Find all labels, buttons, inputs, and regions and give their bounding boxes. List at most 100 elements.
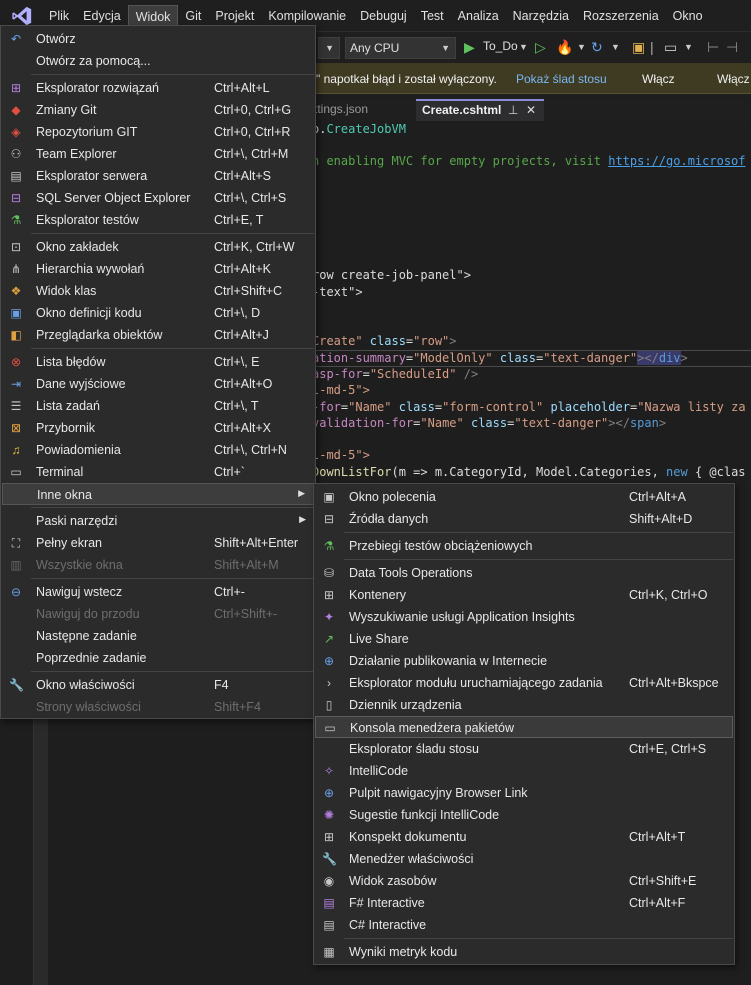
menu-item-solution-explorer[interactable]: ⊞ Eksplorator rozwiązań Ctrl+Alt+L: [2, 77, 314, 99]
menu-item-load-test-runs[interactable]: ⚗ Przebiegi testów obciążeniowych: [315, 535, 733, 557]
menu-item-task-list[interactable]: ☰ Lista zadań Ctrl+\, T: [2, 395, 314, 417]
menu-item-sql-server-object-explorer[interactable]: ⊟ SQL Server Object Explorer Ctrl+\, Ctrl+…: [2, 187, 314, 209]
platform-dropdown[interactable]: Any CPU ▼: [345, 37, 456, 59]
menu-separator: [344, 559, 733, 560]
menu-item-class-view[interactable]: ❖ Widok klas Ctrl+Shift+C: [2, 280, 314, 302]
menu-separator: [31, 671, 314, 672]
start-without-debugging-icon[interactable]: ▷: [535, 38, 546, 56]
layout-dropdown-icon[interactable]: ▼: [684, 38, 693, 56]
refresh-icon[interactable]: ↻: [591, 38, 603, 56]
menu-view[interactable]: Widok: [127, 4, 179, 27]
menu-item-toolbars[interactable]: Paski narzędzi ▶: [2, 510, 314, 532]
menu-item-terminal[interactable]: ▭ Terminal Ctrl+`: [2, 461, 314, 483]
menu-item-browser-link-dashboard[interactable]: ⊕ Pulpit nawigacyjny Browser Link: [315, 782, 733, 804]
menu-extensions[interactable]: Rozszerzenia: [576, 5, 666, 27]
menu-item-data-tools-operations[interactable]: ⛁ Data Tools Operations: [315, 562, 733, 584]
run-target-label[interactable]: To_Do: [483, 39, 518, 53]
menu-item-full-screen[interactable]: ⛶ Pełny ekran Shift+Alt+Enter: [2, 532, 314, 554]
undo-arrow-icon: ↶: [10, 32, 22, 46]
menu-item-git-changes[interactable]: ◆ Zmiany Git Ctrl+0, Ctrl+G: [2, 99, 314, 121]
menu-separator: [31, 74, 314, 75]
menu-item-command-window[interactable]: ▣ Okno polecenia Ctrl+Alt+A: [315, 486, 733, 508]
menu-item-git-repository[interactable]: ◈ Repozytorium GIT Ctrl+0, Ctrl+R: [2, 121, 314, 143]
document-outline-icon: ⊞: [323, 830, 335, 844]
menu-separator: [31, 348, 314, 349]
menu-item-csharp-interactive[interactable]: ▤ C# Interactive: [315, 914, 733, 936]
chevron-right-icon: ›: [327, 676, 331, 690]
lightbulb-icon: ✺: [323, 808, 335, 822]
menu-item-task-runner-explorer[interactable]: › Eksplorator modułu uruchamiającego zada…: [315, 672, 733, 694]
menu-item-server-explorer[interactable]: ▤ Eksplorator serwera Ctrl+Alt+S: [2, 165, 314, 187]
menu-item-open[interactable]: ↶ Otwórz: [2, 28, 314, 50]
layout-icon[interactable]: ▭: [664, 38, 677, 56]
menu-tools[interactable]: Narzędzia: [506, 5, 576, 27]
menu-item-bookmark-window[interactable]: ⊡ Okno zakładek Ctrl+K, Ctrl+W: [2, 236, 314, 258]
menu-item-next-task[interactable]: Następne zadanie: [2, 625, 314, 647]
menu-item-live-share[interactable]: ↗ Live Share: [315, 628, 733, 650]
menu-item-test-explorer[interactable]: ⚗ Eksplorator testów Ctrl+E, T: [2, 209, 314, 231]
tab-settings-json[interactable]: ttings.json: [308, 99, 374, 121]
menu-window[interactable]: Okno: [666, 5, 710, 27]
menu-project[interactable]: Projekt: [208, 5, 261, 27]
show-stack-trace-link[interactable]: Pokaż ślad stosu: [516, 72, 607, 86]
solution-explorer-icon: ⊞: [10, 81, 22, 95]
menu-item-code-metrics-results[interactable]: ▦ Wyniki metryk kodu: [315, 941, 733, 963]
pin-icon[interactable]: ⊥: [508, 101, 518, 119]
start-debugging-icon[interactable]: ▶: [464, 38, 475, 56]
menu-debug[interactable]: Debuguj: [353, 5, 414, 27]
code-line: DownListFor(m => m.CategoryId, Model.Cat…: [312, 465, 746, 479]
fsharp-interactive-icon: ▤: [323, 896, 335, 910]
menu-item-properties-window[interactable]: 🔧 Okno właściwości F4: [2, 674, 314, 696]
enable-link-1[interactable]: Włącz: [642, 72, 675, 86]
close-icon[interactable]: ✕: [526, 101, 536, 119]
menu-item-output[interactable]: ⇥ Dane wyjściowe Ctrl+Alt+O: [2, 373, 314, 395]
menu-item-all-windows[interactable]: ▥ Wszystkie okna Shift+Alt+M: [2, 554, 314, 576]
object-browser-icon: ◧: [10, 328, 22, 342]
menu-item-device-log[interactable]: ▯ Dziennik urządzenia: [315, 694, 733, 716]
menu-item-resource-view[interactable]: ◉ Widok zasobów Ctrl+Shift+E: [315, 870, 733, 892]
menu-item-data-sources[interactable]: ⊟ Źródła danych Shift+Alt+D: [315, 508, 733, 530]
full-screen-icon: ⛶: [11, 536, 21, 550]
menu-item-intellicode-suggestions[interactable]: ✺ Sugestie funkcji IntelliCode: [315, 804, 733, 826]
menu-item-property-pages[interactable]: Strony właściwości Shift+F4: [2, 696, 314, 718]
menu-item-other-windows[interactable]: Inne okna ▶: [2, 483, 314, 505]
menu-item-notifications[interactable]: ♫ Powiadomienia Ctrl+\, Ctrl+N: [2, 439, 314, 461]
code-line: -text">: [312, 285, 363, 299]
menu-item-document-outline[interactable]: ⊞ Konspekt dokumentu Ctrl+Alt+T: [315, 826, 733, 848]
align-right-icon[interactable]: ⊣: [726, 38, 738, 56]
menu-item-package-manager-console[interactable]: ▭ Konsola menedżera pakietów: [315, 716, 733, 738]
menu-edit[interactable]: Edycja: [76, 5, 128, 27]
menu-analyze[interactable]: Analiza: [451, 5, 506, 27]
menu-item-toolbox[interactable]: ⊠ Przybornik Ctrl+Alt+X: [2, 417, 314, 439]
menu-item-previous-task[interactable]: Poprzednie zadanie: [2, 647, 314, 669]
menu-item-navigate-back[interactable]: ⊖ Nawiguj wstecz Ctrl+-: [2, 581, 314, 603]
run-target-dropdown-icon[interactable]: ▼: [519, 38, 528, 56]
menu-item-stack-trace-explorer[interactable]: Eksplorator śladu stosu Ctrl+E, Ctrl+S: [315, 738, 733, 760]
menu-file[interactable]: Plik: [42, 5, 76, 27]
menu-item-web-publish-activity[interactable]: ⊕ Działanie publikowania w Internecie: [315, 650, 733, 672]
notifications-bell-icon: ♫: [11, 443, 21, 457]
refresh-dropdown-icon[interactable]: ▼: [611, 38, 620, 56]
menu-item-application-insights-search[interactable]: ✦ Wyszukiwanie usługi Application Insight…: [315, 606, 733, 628]
menu-item-fsharp-interactive[interactable]: ▤ F# Interactive Ctrl+Alt+F: [315, 892, 733, 914]
folder-icon[interactable]: ▣: [632, 38, 645, 56]
menu-git[interactable]: Git: [178, 5, 208, 27]
menu-item-object-browser[interactable]: ◧ Przeglądarka obiektów Ctrl+Alt+J: [2, 324, 314, 346]
hot-reload-icon[interactable]: 🔥: [556, 38, 573, 56]
tab-create-cshtml[interactable]: Create.cshtml ⊥ ✕: [416, 99, 544, 121]
hot-reload-dropdown-icon[interactable]: ▼: [577, 38, 586, 56]
menu-item-property-manager[interactable]: 🔧 Menedżer właściwości: [315, 848, 733, 870]
menu-item-error-list[interactable]: ⊗ Lista błędów Ctrl+\, E: [2, 351, 314, 373]
menu-item-intellicode[interactable]: ✧ IntelliCode: [315, 760, 733, 782]
configuration-dropdown[interactable]: ▼: [318, 37, 340, 59]
align-left-icon[interactable]: ⊢: [707, 38, 719, 56]
menu-item-team-explorer[interactable]: ⚇ Team Explorer Ctrl+\, Ctrl+M: [2, 143, 314, 165]
menu-build[interactable]: Kompilowanie: [261, 5, 353, 27]
menu-test[interactable]: Test: [414, 5, 451, 27]
menu-item-open-with[interactable]: Otwórz za pomocą...: [2, 50, 314, 72]
enable-link-2[interactable]: Włącz: [717, 72, 750, 86]
menu-item-code-definition-window[interactable]: ▣ Okno definicji kodu Ctrl+\, D: [2, 302, 314, 324]
menu-item-call-hierarchy[interactable]: ⋔ Hierarchia wywołań Ctrl+Alt+K: [2, 258, 314, 280]
menu-item-containers[interactable]: ⊞ Kontenery Ctrl+K, Ctrl+O: [315, 584, 733, 606]
menu-item-navigate-forward[interactable]: Nawiguj do przodu Ctrl+Shift+-: [2, 603, 314, 625]
